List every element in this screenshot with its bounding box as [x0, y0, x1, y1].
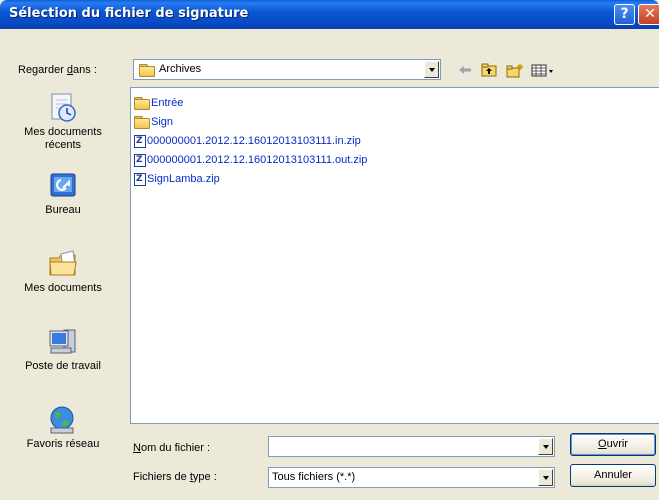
place-label: Bureau	[45, 204, 81, 216]
lookin-label: Regarder dans :	[18, 64, 97, 76]
place-label: Mes documents récents	[24, 126, 102, 151]
zip-file-icon: Z	[134, 153, 146, 167]
file-name: Entrée	[151, 97, 184, 109]
lookin-value: Archives	[159, 63, 202, 75]
back-button[interactable]	[457, 61, 473, 79]
file-list[interactable]: Entrée Sign Z 000000001.2012.12.16012013…	[130, 87, 659, 424]
network-places-icon	[47, 404, 79, 436]
filename-label-accel: N	[133, 442, 141, 454]
open-button-rest: uvrir	[606, 438, 628, 450]
list-item[interactable]: Z SignLamba.zip	[134, 171, 220, 187]
desktop-icon	[47, 170, 79, 202]
cancel-button[interactable]: Annuler	[570, 464, 656, 487]
views-menu-button[interactable]	[530, 61, 556, 79]
chevron-down-icon	[542, 475, 549, 480]
zip-file-icon: Z	[134, 172, 146, 186]
place-my-computer[interactable]: Poste de travail	[0, 326, 126, 373]
filename-input[interactable]	[268, 436, 555, 457]
close-button[interactable]: ✕	[638, 4, 659, 25]
help-button[interactable]: ?	[614, 4, 635, 25]
place-my-documents[interactable]: Mes documents	[0, 248, 126, 295]
new-folder-button[interactable]	[505, 61, 525, 79]
place-recent-documents[interactable]: Mes documents récents	[0, 92, 126, 152]
filetype-label-prefix: Fichiers de	[133, 471, 190, 483]
list-item[interactable]: Z 000000001.2012.12.16012013103111.out.z…	[134, 152, 367, 168]
filename-label-rest: om du fichier :	[140, 442, 211, 454]
place-label: Favoris réseau	[26, 438, 100, 450]
filetype-dropdown-button[interactable]	[538, 469, 553, 486]
folder-icon	[134, 97, 150, 110]
open-button-accel: O	[598, 438, 607, 450]
recent-documents-icon	[47, 92, 79, 124]
cancel-button-label: Annuler	[594, 469, 632, 481]
filetype-select[interactable]: Tous fichiers (*.*)	[268, 467, 555, 488]
chevron-down-icon	[428, 67, 435, 72]
file-name: 000000001.2012.12.16012013103111.out.zip	[147, 154, 368, 166]
file-name: 000000001.2012.12.16012013103111.in.zip	[147, 135, 361, 147]
list-item[interactable]: Z 000000001.2012.12.16012013103111.in.zi…	[134, 133, 361, 149]
lookin-select[interactable]: Archives	[133, 59, 441, 80]
folder-icon	[134, 116, 150, 129]
up-one-level-icon	[481, 63, 497, 77]
filetype-value: Tous fichiers (*.*)	[272, 471, 356, 483]
list-item[interactable]: Entrée	[134, 95, 183, 111]
lookin-dropdown-button[interactable]	[424, 61, 439, 78]
places-bar: Mes documents récents Bureau Mes documen…	[0, 86, 126, 476]
new-folder-icon	[506, 63, 523, 77]
my-computer-icon	[47, 326, 79, 358]
file-name: Sign	[151, 116, 174, 128]
place-network[interactable]: Favoris réseau	[0, 404, 126, 451]
lookin-label-suffix: ans :	[73, 64, 97, 76]
place-desktop[interactable]: Bureau	[0, 170, 126, 217]
chevron-down-icon	[542, 444, 549, 449]
filetype-label-rest: ype :	[192, 471, 217, 483]
title-bar[interactable]: Sélection du fichier de signature ? ✕	[0, 0, 659, 29]
zip-file-icon: Z	[134, 134, 146, 148]
back-arrow-icon	[459, 66, 471, 74]
list-item[interactable]: Sign	[134, 114, 173, 130]
views-menu-icon	[531, 64, 553, 77]
filename-dropdown-button[interactable]	[538, 438, 553, 455]
help-icon: ?	[620, 6, 629, 22]
filename-label: Nom du fichier :	[133, 442, 210, 454]
folder-icon	[139, 64, 155, 77]
my-documents-icon	[47, 248, 79, 280]
open-button[interactable]: Ouvrir	[570, 433, 656, 456]
filetype-label: Fichiers de type :	[133, 471, 217, 483]
window-title: Sélection du fichier de signature	[9, 6, 249, 21]
lookin-label-prefix: Regarder	[18, 64, 67, 76]
close-icon: ✕	[644, 6, 656, 22]
place-label: Poste de travail	[25, 360, 101, 372]
up-one-level-button[interactable]	[480, 61, 498, 79]
file-name: SignLamba.zip	[147, 173, 220, 185]
place-label: Mes documents	[24, 282, 102, 294]
